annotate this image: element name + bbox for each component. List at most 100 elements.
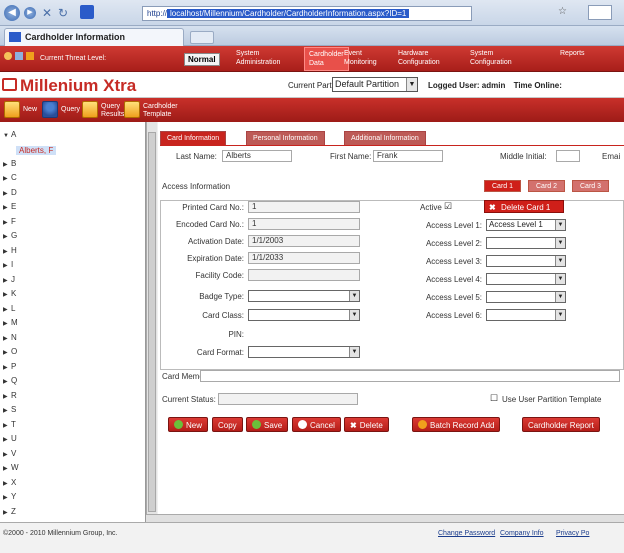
tree-item-f[interactable]: ▶ F <box>3 217 16 226</box>
delete-button[interactable]: ✖ Delete <box>344 417 389 432</box>
delete-card-button[interactable]: ✖ Delete Card 1 <box>484 200 564 213</box>
alarm-icon[interactable] <box>26 52 34 60</box>
expand-icon[interactable]: ▼ <box>3 133 11 139</box>
expiration-field[interactable]: 1/1/2033 <box>248 252 360 264</box>
card-memo-field[interactable] <box>200 370 620 382</box>
refresh-icon[interactable]: ↻ <box>58 6 68 20</box>
first-name-field[interactable]: Frank <box>373 150 443 162</box>
collapse-icon[interactable]: ▶ <box>3 291 11 298</box>
collapse-icon[interactable]: ▶ <box>3 262 11 269</box>
tree-item-i[interactable]: ▶ I <box>3 260 13 269</box>
horizontal-scrollbar[interactable] <box>146 514 624 522</box>
refresh-app-icon[interactable] <box>15 52 23 60</box>
collapse-icon[interactable]: ▶ <box>3 248 11 255</box>
collapse-icon[interactable]: ▶ <box>3 509 11 516</box>
tree-item-k[interactable]: ▶ K <box>3 289 16 298</box>
change-password-link[interactable]: Change Password <box>438 530 495 537</box>
collapse-icon[interactable]: ▶ <box>3 161 11 168</box>
collapse-icon[interactable]: ▶ <box>3 219 11 226</box>
tree-item-v[interactable]: ▶ V <box>3 449 16 458</box>
tree-item-a[interactable]: ▼ A <box>3 130 16 139</box>
facility-field[interactable] <box>248 269 360 281</box>
tree-item-t[interactable]: ▶ T <box>3 420 16 429</box>
middle-initial-field[interactable] <box>556 150 580 162</box>
collapse-icon[interactable]: ▶ <box>3 175 11 182</box>
tab-card-2[interactable]: Card 2 <box>528 180 566 192</box>
tree-item-u[interactable]: ▶ U <box>3 434 17 443</box>
copy-button[interactable]: Copy <box>212 417 243 432</box>
home-icon[interactable] <box>4 52 12 60</box>
nav-system-administration[interactable]: System Administration <box>236 49 280 67</box>
tab-personal-information[interactable]: Personal Information <box>246 131 325 145</box>
partition-select[interactable]: Default Partition ▼ <box>332 77 418 92</box>
search-box[interactable] <box>588 5 612 20</box>
active-checkbox[interactable]: ☑ <box>444 201 452 212</box>
collapse-icon[interactable]: ▶ <box>3 306 11 313</box>
collapse-icon[interactable]: ▶ <box>3 494 11 501</box>
collapse-icon[interactable]: ▶ <box>3 378 11 385</box>
tree-item-selected[interactable]: Alberts, F <box>16 146 57 155</box>
browser-tab[interactable]: Cardholder Information <box>4 28 184 46</box>
tree-item-n[interactable]: ▶ N <box>3 333 17 342</box>
partition-template-checkbox[interactable]: ☐ <box>490 393 498 404</box>
tree-item-l[interactable]: ▶ L <box>3 304 15 313</box>
access-level-4-select[interactable]: ▼ <box>486 273 566 285</box>
tree-item-q[interactable]: ▶ Q <box>3 376 17 385</box>
collapse-icon[interactable]: ▶ <box>3 277 11 284</box>
printed-card-field[interactable]: 1 <box>248 201 360 213</box>
tree-scrollbar[interactable] <box>146 122 157 522</box>
tree-item-j[interactable]: ▶ J <box>3 275 15 284</box>
nav-reports[interactable]: Reports <box>560 49 585 58</box>
tree-item-m[interactable]: ▶ M <box>3 318 18 327</box>
collapse-icon[interactable]: ▶ <box>3 480 11 487</box>
badge-type-select[interactable]: ▼ <box>248 290 360 302</box>
collapse-icon[interactable]: ▶ <box>3 393 11 400</box>
nav-cardholder-data[interactable]: Cardholder Data <box>304 47 349 71</box>
new-button[interactable]: New <box>168 417 209 432</box>
collapse-icon[interactable]: ▶ <box>3 451 11 458</box>
tree-item-y[interactable]: ▶ Y <box>3 492 16 501</box>
tab-card-1[interactable]: Card 1 <box>484 180 522 192</box>
collapse-icon[interactable]: ▶ <box>3 233 11 240</box>
collapse-icon[interactable]: ▶ <box>3 204 11 211</box>
nav-event-monitoring[interactable]: Event Monitoring <box>344 49 377 67</box>
nav-system-configuration[interactable]: System Configuration <box>470 49 512 67</box>
collapse-icon[interactable]: ▶ <box>3 349 11 356</box>
tab-card-3[interactable]: Card 3 <box>572 180 610 192</box>
collapse-icon[interactable]: ▶ <box>3 422 11 429</box>
activation-field[interactable]: 1/1/2003 <box>248 235 360 247</box>
toolbar-template-button[interactable]: Cardholder Template <box>124 100 194 120</box>
privacy-policy-link[interactable]: Privacy Po <box>556 530 589 537</box>
cancel-button[interactable]: Cancel <box>292 417 341 432</box>
access-level-5-select[interactable]: ▼ <box>486 291 566 303</box>
tree-item-o[interactable]: ▶ O <box>3 347 17 356</box>
save-button[interactable]: Save <box>246 417 289 432</box>
company-info-link[interactable]: Company Info <box>500 530 544 537</box>
tree-item-d[interactable]: ▶ D <box>3 188 17 197</box>
address-bar[interactable]: http://localhost/Millennium/Cardholder/C… <box>142 6 472 21</box>
tree-item-w[interactable]: ▶ W <box>3 463 19 472</box>
tree-item-r[interactable]: ▶ R <box>3 391 17 400</box>
tree-item-z[interactable]: ▶ Z <box>3 507 16 516</box>
cardholder-report-button[interactable]: Cardholder Report <box>522 417 600 432</box>
tree-item-x[interactable]: ▶ X <box>3 478 16 487</box>
access-level-6-select[interactable]: ▼ <box>486 309 566 321</box>
tree-item-h[interactable]: ▶ H <box>3 246 17 255</box>
tree-item-p[interactable]: ▶ P <box>3 362 16 371</box>
tree-item-e[interactable]: ▶ E <box>3 202 16 211</box>
tree-item-c[interactable]: ▶ C <box>3 173 17 182</box>
stop-icon[interactable]: ✕ <box>42 6 52 20</box>
back-icon[interactable]: ◀ <box>4 5 20 21</box>
tree-item-b[interactable]: ▶ B <box>3 159 16 168</box>
star-icon[interactable]: ☆ <box>558 6 567 17</box>
access-level-2-select[interactable]: ▼ <box>486 237 566 249</box>
collapse-icon[interactable]: ▶ <box>3 320 11 327</box>
last-name-field[interactable]: Alberts <box>222 150 292 162</box>
tab-additional-information[interactable]: Additional Information <box>344 131 426 145</box>
collapse-icon[interactable]: ▶ <box>3 407 11 414</box>
batch-record-add-button[interactable]: Batch Record Add <box>412 417 501 432</box>
access-level-1-select[interactable]: Access Level 1 ▼ <box>486 219 566 231</box>
collapse-icon[interactable]: ▶ <box>3 436 11 443</box>
access-level-3-select[interactable]: ▼ <box>486 255 566 267</box>
encoded-card-field[interactable]: 1 <box>248 218 360 230</box>
